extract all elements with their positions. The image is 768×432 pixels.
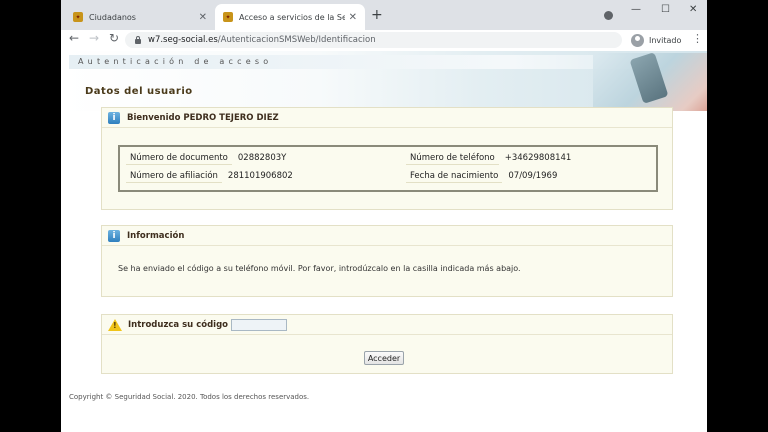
window-close-icon[interactable]: ✕ — [689, 4, 697, 15]
seg-social-favicon-icon: ✦ — [223, 12, 233, 22]
forward-icon[interactable]: → — [89, 31, 99, 45]
lock-icon — [135, 35, 141, 44]
welcome-heading: Bienvenido PEDRO TEJERO DIEZ — [127, 112, 279, 123]
telefono-value: +34629808141 — [504, 153, 572, 163]
panel-header: i Bienvenido PEDRO TEJERO DIEZ — [102, 108, 672, 128]
info-message: Se ha enviado el código a su teléfono mó… — [118, 264, 521, 273]
afiliacion-label: Número de afiliación — [126, 171, 222, 183]
tab-search-icon[interactable] — [604, 11, 613, 20]
telefono-label: Número de teléfono — [406, 153, 499, 165]
back-icon[interactable]: ← — [69, 31, 79, 45]
panel-header: ! Introduzca su código — [102, 315, 672, 335]
new-tab-icon[interactable]: + — [371, 7, 383, 23]
browser-toolbar: ← → ↻ w7.seg-social.es/AutenticacionSMSW… — [61, 30, 707, 50]
profile-label: Invitado — [649, 35, 682, 45]
info-icon: i — [108, 111, 120, 124]
tab-title: Ciudadanos — [89, 12, 136, 22]
warning-icon: ! — [108, 318, 122, 331]
minimize-icon[interactable]: — — [631, 4, 641, 15]
user-data-panel: i Bienvenido PEDRO TEJERO DIEZ Número de… — [101, 107, 673, 210]
tab-acceso-servicios[interactable]: ✦ Acceso a servicios de la Seguridad ✕ — [215, 4, 365, 30]
documento-label: Número de documento — [126, 153, 232, 165]
info-heading: Información — [127, 230, 185, 241]
nacimiento-field: Fecha de nacimiento 07/09/1969 — [406, 171, 557, 183]
acceder-button[interactable]: Acceder — [364, 351, 404, 365]
header-banner: Autenticación de acceso — [61, 51, 707, 111]
profile-button[interactable]: Invitado — [631, 32, 681, 48]
code-panel: ! Introduzca su código Acceder — [101, 314, 673, 374]
tab-strip: ✦ Ciudadanos ✕ ✦ Acceso a servicios de l… — [61, 0, 707, 30]
info-icon: i — [108, 229, 120, 242]
documento-field: Número de documento 02882803Y — [126, 153, 286, 165]
seg-social-favicon-icon: ✦ — [73, 12, 83, 22]
tab-title: Acceso a servicios de la Seguridad — [239, 12, 345, 22]
info-panel: i Información Se ha enviado el código a … — [101, 225, 673, 297]
nacimiento-value: 07/09/1969 — [508, 171, 558, 181]
page-content: Autenticación de acceso Datos del usuari… — [61, 51, 707, 432]
afiliacion-field: Número de afiliación 281101906802 — [126, 171, 293, 183]
address-bar[interactable]: w7.seg-social.es/AutenticacionSMSWeb/Ide… — [125, 32, 622, 48]
code-heading: Introduzca su código — [128, 319, 228, 330]
telefono-field: Número de teléfono +34629808141 — [406, 153, 571, 165]
browser-window: ✦ Ciudadanos ✕ ✦ Acceso a servicios de l… — [61, 0, 707, 432]
tab-ciudadanos[interactable]: ✦ Ciudadanos ✕ — [65, 4, 215, 30]
footer-copyright: Copyright © Seguridad Social. 2020. Todo… — [69, 393, 310, 401]
close-tab-icon[interactable]: ✕ — [349, 12, 357, 23]
browser-menu-icon[interactable]: ⋮ — [692, 32, 703, 45]
guest-avatar-icon — [631, 33, 644, 47]
documento-value: 02882803Y — [237, 153, 287, 163]
url-path: /AutenticacionSMSWeb/Identificacion — [217, 35, 376, 45]
maximize-icon[interactable]: ☐ — [661, 4, 670, 15]
nacimiento-label: Fecha de nacimiento — [406, 171, 503, 183]
code-input[interactable] — [231, 318, 287, 331]
close-tab-icon[interactable]: ✕ — [199, 12, 207, 23]
panel-header: i Información — [102, 226, 672, 246]
reload-icon[interactable]: ↻ — [109, 31, 119, 45]
url-host: w7.seg-social.es — [148, 35, 218, 45]
afiliacion-value: 281101906802 — [227, 171, 293, 181]
user-data-box: Número de documento 02882803Y Número de a… — [118, 145, 658, 192]
page-title: Datos del usuario — [85, 86, 193, 97]
banner-title: Autenticación de acceso — [78, 57, 273, 66]
